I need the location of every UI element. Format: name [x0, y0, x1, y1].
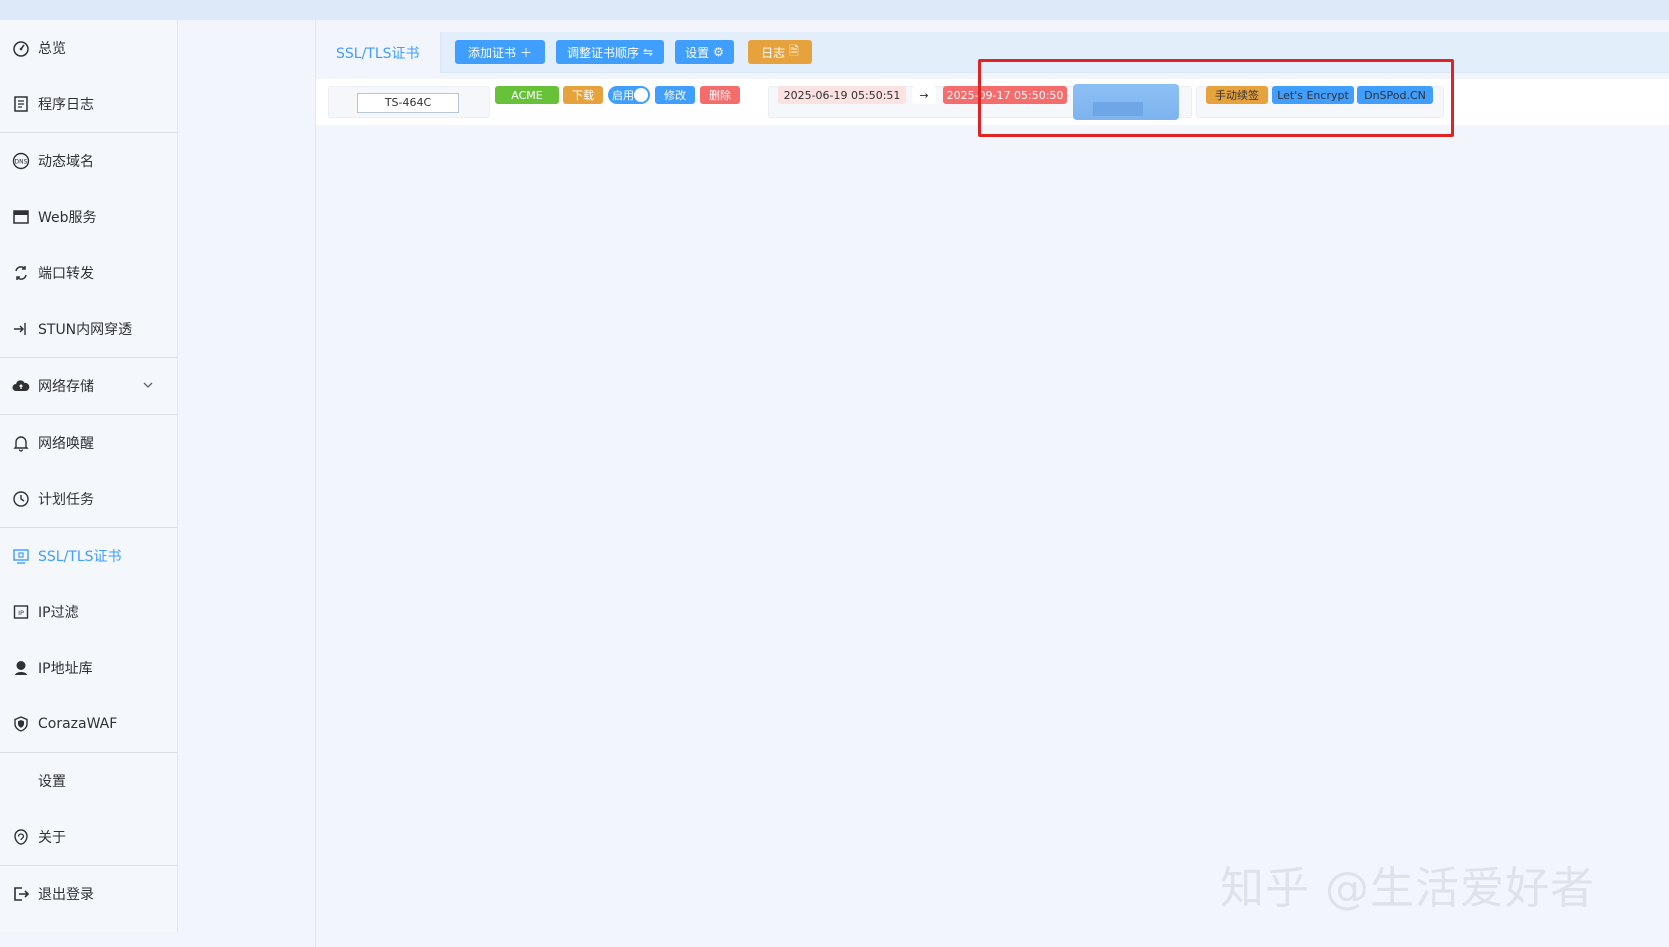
gear-icon: ⚙ — [713, 45, 724, 59]
web-icon — [12, 208, 30, 226]
ip-filter-icon: IP — [12, 603, 30, 621]
top-bar — [0, 0, 1669, 20]
main-content: SSL/TLS证书 添加证书 ＋ 调整证书顺序 ⇋ 设置 ⚙ 日志 🗎 TS-4… — [316, 32, 1669, 947]
enable-toggle[interactable]: 启用 — [608, 86, 650, 104]
tab-label: SSL/TLS证书 — [336, 45, 420, 62]
watermark: 知乎 @生活爱好者 — [1220, 863, 1595, 914]
sidebar-item-scheduled-tasks[interactable]: 计划任务 — [0, 471, 177, 528]
sidebar-item-web[interactable]: Web服务 — [0, 189, 177, 245]
sidebar-item-label: CorazaWAF — [38, 716, 118, 732]
cert-name-cell: TS-464C — [328, 86, 490, 118]
arrow-icon: → — [912, 86, 936, 104]
plus-icon: ＋ — [520, 45, 533, 60]
dns-icon: DNS — [12, 152, 30, 170]
sidebar-item-label: 程序日志 — [38, 97, 94, 113]
settings-button[interactable]: 设置 ⚙ — [675, 40, 734, 64]
sidebar-item-ddns[interactable]: DNS 动态域名 — [0, 133, 177, 189]
sidebar-item-ip-db[interactable]: IP地址库 — [0, 640, 177, 696]
about-icon — [12, 828, 30, 846]
settings-label: 设置 — [685, 45, 710, 60]
reorder-cert-button[interactable]: 调整证书顺序 ⇋ — [556, 40, 664, 64]
port-forward-icon — [12, 264, 30, 282]
sidebar-item-label: 退出登录 — [38, 887, 94, 903]
add-cert-label: 添加证书 — [467, 45, 516, 60]
sidebar-item-coraza-waf[interactable]: CorazaWAF — [0, 696, 177, 753]
tab-ssl-tls[interactable]: SSL/TLS证书 — [316, 32, 441, 73]
highlight-box — [978, 59, 1454, 137]
download-button[interactable]: 下载 — [563, 86, 603, 104]
sidebar-item-logout[interactable]: 退出登录 — [0, 866, 177, 922]
cert-name-field[interactable]: TS-464C — [357, 93, 459, 113]
sidebar-item-port-forward[interactable]: 端口转发 — [0, 245, 177, 301]
sidebar-item-overview[interactable]: 总览 — [0, 20, 177, 76]
sidebar-item-label: Web服务 — [38, 210, 97, 226]
sidebar-item-label: 网络唤醒 — [38, 436, 94, 452]
dashboard-icon — [12, 39, 30, 57]
edit-button[interactable]: 修改 — [655, 86, 695, 104]
toggle-knob — [634, 88, 648, 102]
content-gutter — [178, 20, 316, 947]
chevron-down-icon[interactable] — [141, 378, 155, 392]
sidebar-item-label: SSL/TLS证书 — [38, 549, 122, 565]
sidebar-item-about[interactable]: 关于 — [0, 809, 177, 866]
sidebar-item-ip-filter[interactable]: IP IP过滤 — [0, 584, 177, 640]
sidebar-item-label: 总览 — [38, 41, 66, 57]
bell-icon — [12, 434, 30, 452]
ip-db-icon — [12, 659, 30, 677]
svg-text:DNS: DNS — [15, 159, 28, 166]
cloud-icon — [12, 377, 30, 395]
reorder-label: 调整证书顺序 — [566, 45, 639, 60]
sidebar-item-wol[interactable]: 网络唤醒 — [0, 415, 177, 471]
sidebar: 总览 程序日志 DNS 动态域名 Web服务 端口转发 STUN内网穿透 网络存… — [0, 20, 178, 932]
valid-from: 2025-06-19 05:50:51 — [778, 86, 906, 104]
swap-icon: ⇋ — [642, 45, 654, 59]
sidebar-item-settings[interactable]: 设置 — [0, 753, 177, 809]
document-icon: 🗎 — [789, 43, 799, 58]
add-cert-button[interactable]: 添加证书 ＋ — [455, 40, 545, 64]
stun-icon — [12, 320, 30, 338]
sidebar-item-label: 计划任务 — [38, 492, 94, 508]
sidebar-item-label: 网络存储 — [38, 379, 94, 395]
sidebar-item-label: 关于 — [38, 830, 66, 846]
enable-label: 启用 — [612, 89, 634, 102]
log-label: 日志 — [761, 45, 786, 60]
sidebar-item-ssl-tls[interactable]: SSL/TLS证书 — [0, 528, 177, 584]
sidebar-item-logs[interactable]: 程序日志 — [0, 76, 177, 133]
svg-text:IP: IP — [18, 609, 24, 617]
shield-icon — [12, 715, 30, 733]
log-icon — [12, 95, 30, 113]
certificate-icon — [12, 547, 30, 565]
clock-icon — [12, 490, 30, 508]
sidebar-item-network-storage[interactable]: 网络存储 — [0, 358, 177, 415]
sidebar-item-stun[interactable]: STUN内网穿透 — [0, 301, 177, 358]
sidebar-item-label: IP地址库 — [38, 661, 93, 677]
settings-icon-placeholder — [12, 772, 30, 790]
logout-icon — [12, 885, 30, 903]
sidebar-item-label: 动态域名 — [38, 154, 94, 170]
sidebar-item-label: IP过滤 — [38, 605, 79, 621]
log-button[interactable]: 日志 🗎 — [748, 40, 812, 64]
sidebar-item-label: 设置 — [38, 774, 66, 790]
sidebar-item-label: 端口转发 — [38, 266, 94, 282]
acme-tag: ACME — [495, 86, 559, 104]
sidebar-item-label: STUN内网穿透 — [38, 322, 133, 338]
delete-button[interactable]: 删除 — [700, 86, 740, 104]
